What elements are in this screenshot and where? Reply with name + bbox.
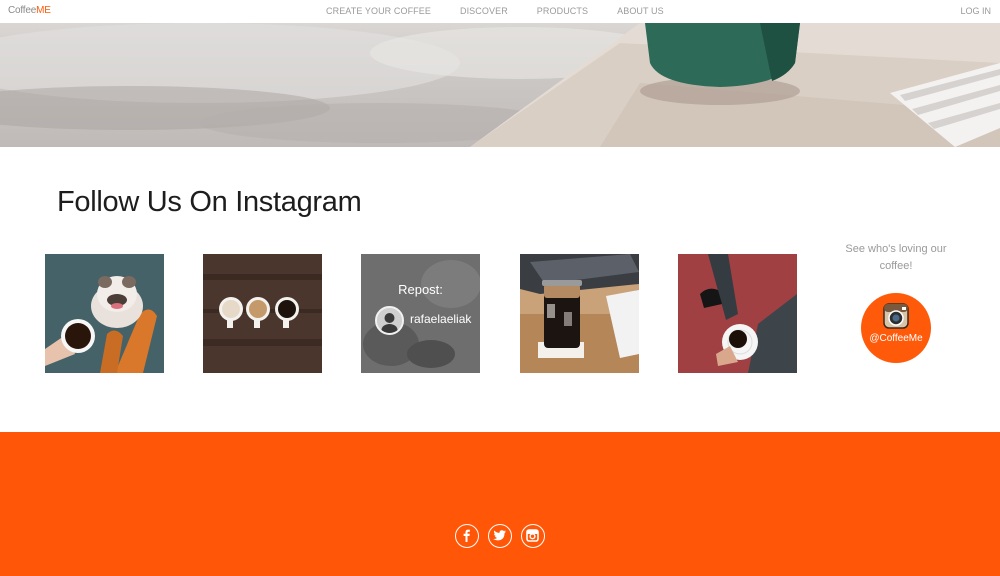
top-nav: CoffeeME CREATE YOUR COFFEE DISCOVER PRO…: [0, 0, 1000, 23]
nav-products[interactable]: PRODUCTS: [537, 6, 588, 16]
logo[interactable]: CoffeeME: [8, 5, 51, 16]
instagram-handle: @CoffeeMe: [869, 333, 923, 344]
logo-text: Coffee: [8, 5, 37, 16]
repost-label: Repost:: [398, 282, 443, 297]
twitter-link[interactable]: [488, 524, 512, 548]
twitter-icon: [493, 530, 506, 541]
nav-discover[interactable]: DISCOVER: [460, 6, 508, 16]
login-link[interactable]: LOG IN: [960, 6, 991, 16]
instagram-handle-button[interactable]: @CoffeeMe: [861, 293, 931, 363]
side-caption: See who's loving our coffee!: [845, 243, 947, 272]
nav-links: CREATE YOUR COFFEE DISCOVER PRODUCTS ABO…: [326, 6, 693, 16]
logo-accent: ME: [36, 5, 51, 16]
instagram-photo-2[interactable]: [203, 254, 322, 373]
repost-avatar: [375, 306, 404, 335]
facebook-icon: [463, 529, 470, 542]
instagram-link[interactable]: [521, 524, 545, 548]
nav-about-us[interactable]: ABOUT US: [617, 6, 664, 16]
instagram-icon: [526, 529, 539, 542]
instagram-photo-4[interactable]: [520, 254, 639, 373]
repost-username: rafaelaeliak: [410, 312, 472, 326]
facebook-link[interactable]: [455, 524, 479, 548]
instagram-camera-icon: [883, 303, 909, 329]
instagram-photo-3[interactable]: Repost: rafaelaeliak: [361, 254, 480, 373]
footer: [0, 432, 1000, 576]
instagram-section-title: Follow Us On Instagram: [57, 186, 362, 218]
instagram-photo-5[interactable]: [678, 254, 797, 373]
nav-create-your-coffee[interactable]: CREATE YOUR COFFEE: [326, 6, 431, 16]
hero-image: [0, 23, 1000, 147]
instagram-photo-1[interactable]: [45, 254, 164, 373]
